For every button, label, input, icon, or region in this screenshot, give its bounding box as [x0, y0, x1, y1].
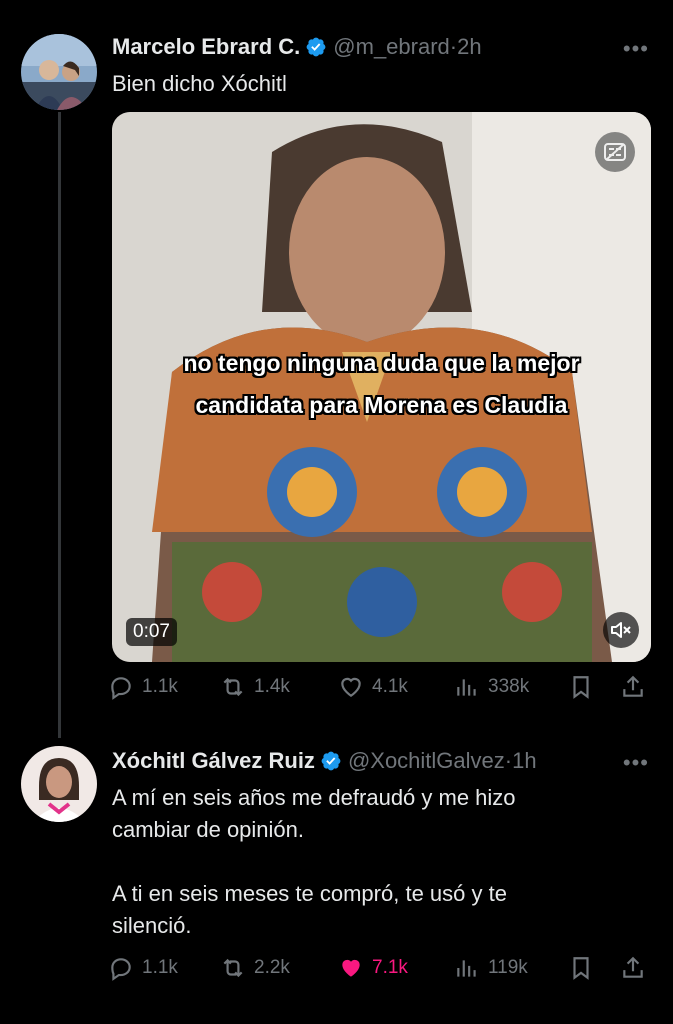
- tweet-2-text: A mí en seis años me defraudó y me hizo …: [112, 785, 516, 938]
- views-button[interactable]: 119k: [454, 955, 528, 981]
- like-count: 7.1k: [372, 957, 408, 978]
- timestamp[interactable]: 1h: [512, 748, 536, 774]
- reply-count: 1.1k: [142, 957, 178, 978]
- views-count: 338k: [488, 676, 530, 697]
- repost-button[interactable]: 1.4k: [220, 674, 290, 700]
- video-frame: [112, 112, 651, 662]
- timestamp[interactable]: 2h: [457, 34, 481, 60]
- like-button[interactable]: 7.1k: [338, 955, 408, 981]
- like-button[interactable]: 4.1k: [338, 674, 408, 700]
- verified-badge-icon: [321, 751, 341, 771]
- views-button[interactable]: 338k: [454, 674, 529, 700]
- verified-badge-icon: [306, 37, 326, 57]
- heart-filled-icon: [342, 959, 360, 977]
- tweet-2-actions: 1.1k 2.2k 7.1k 119k: [108, 955, 648, 987]
- repost-button[interactable]: 2.2k: [220, 955, 290, 981]
- reply-button[interactable]: 1.1k: [108, 674, 178, 700]
- video-player[interactable]: no tengo ninguna duda que la mejor candi…: [112, 112, 651, 662]
- heart-icon: [341, 677, 361, 697]
- tweet-1-actions: 1.1k 1.4k 4.1k 338k: [108, 674, 648, 706]
- share-icon: [623, 675, 643, 697]
- handle[interactable]: @XochitlGalvez: [348, 748, 505, 774]
- avatar-marcelo-ebrard[interactable]: [21, 34, 97, 110]
- handle[interactable]: @m_ebrard: [333, 34, 450, 60]
- views-chart-icon: [457, 679, 476, 696]
- views-count: 119k: [488, 957, 528, 978]
- display-name[interactable]: Marcelo Ebrard C.: [112, 34, 300, 60]
- repost-icon: [223, 677, 243, 697]
- repost-count: 2.2k: [254, 957, 290, 978]
- avatar-xochitl-galvez[interactable]: [21, 746, 97, 822]
- reply-count: 1.1k: [142, 676, 178, 697]
- repost-count: 1.4k: [254, 676, 290, 697]
- thread-line: [58, 112, 61, 738]
- separator: ·: [504, 748, 513, 773]
- share-icon: [623, 956, 643, 978]
- reply-icon: [111, 677, 131, 700]
- bookmark-button[interactable]: [568, 955, 602, 981]
- tweet-1-header: Marcelo Ebrard C. @m_ebrard · 2h: [112, 34, 482, 60]
- views-chart-icon: [457, 960, 476, 977]
- video-caption-line-1: no tengo ninguna duda que la mejor: [183, 350, 580, 376]
- tweet-2-header: Xóchitl Gálvez Ruiz @XochitlGalvez · 1h: [112, 748, 537, 774]
- captions-toggle-button[interactable]: [595, 132, 635, 172]
- video-caption-line-2: candidata para Morena es Claudia: [195, 392, 568, 418]
- separator: ·: [449, 34, 458, 59]
- reply-icon: [111, 958, 131, 981]
- repost-icon: [223, 958, 243, 978]
- tweet-1-text: Bien dicho Xóchitl: [112, 71, 287, 96]
- like-count: 4.1k: [372, 676, 408, 697]
- reply-button[interactable]: 1.1k: [108, 955, 178, 981]
- more-options-icon[interactable]: •••: [623, 750, 649, 776]
- share-button[interactable]: [620, 955, 654, 981]
- video-duration: 0:07: [126, 618, 177, 646]
- bookmark-icon: [573, 676, 589, 699]
- share-button[interactable]: [620, 674, 654, 700]
- bookmark-button[interactable]: [568, 674, 602, 700]
- muted-speaker-icon: [611, 622, 631, 638]
- display-name[interactable]: Xóchitl Gálvez Ruiz: [112, 748, 315, 774]
- more-options-icon[interactable]: •••: [623, 36, 649, 62]
- captions-off-icon: [604, 143, 626, 161]
- unmute-button[interactable]: [603, 612, 639, 648]
- bookmark-icon: [573, 957, 589, 980]
